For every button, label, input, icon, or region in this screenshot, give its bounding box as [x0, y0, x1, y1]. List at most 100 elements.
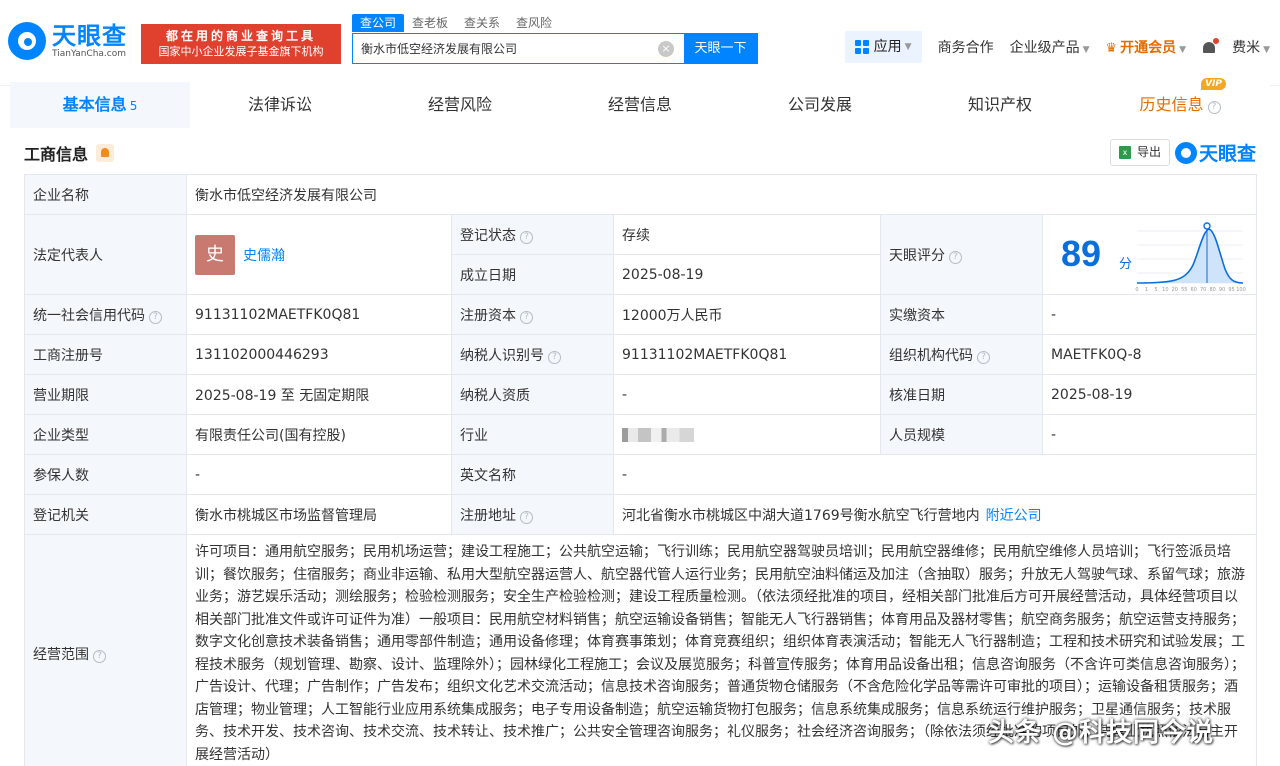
help-icon[interactable]: ? — [520, 510, 533, 524]
tab-history[interactable]: 历史信息? VIP — [1090, 78, 1270, 128]
business-info-table: 企业名称 衡水市低空经济发展有限公司 法定代表人 史史儒瀚 登记状态? 存续 天… — [24, 174, 1258, 766]
org-code-text: 组织机构代码 — [889, 347, 973, 364]
org-code-value: MAETFK0Q-8 — [1041, 334, 1258, 375]
score-tick-label: 70 — [1200, 287, 1206, 293]
address-label: 注册地址? — [451, 494, 614, 535]
term-value: 2025-08-19 至 无固定期限 — [186, 374, 452, 415]
help-icon[interactable]: ? — [93, 649, 106, 663]
reg-no-label: 工商注册号 — [24, 334, 187, 375]
legal-rep-link[interactable]: 史儒瀚 — [243, 248, 285, 264]
authority-label: 登记机关 — [24, 494, 187, 535]
tab-ip[interactable]: 知识产权 — [910, 82, 1090, 128]
reg-capital-label: 注册资本? — [451, 294, 614, 335]
english-value: - — [612, 454, 1258, 495]
address-text: 注册地址 — [460, 507, 516, 524]
score-label-text: 天眼评分 — [889, 247, 945, 264]
promo-line1: 都在用的商业查询工具 — [165, 29, 316, 43]
score-label: 天眼评分? — [880, 214, 1043, 295]
taxpayer-value: - — [613, 374, 881, 415]
search-tab-company[interactable]: 查公司 — [352, 14, 405, 32]
score-tick-label: 95 — [1228, 287, 1234, 293]
reg-capital-text: 注册资本 — [460, 307, 516, 324]
tax-id-label: 纳税人识别号? — [451, 334, 614, 375]
help-icon[interactable]: ? — [520, 230, 533, 244]
score-tick-label: 80 — [1209, 287, 1215, 293]
vip-badge: VIP — [1201, 78, 1226, 90]
nav-vip[interactable]: ♛ 开通会员 ▼ — [1106, 37, 1187, 57]
score-tick-label: 10 — [1162, 287, 1168, 293]
legal-rep-label: 法定代表人 — [24, 214, 187, 295]
tab-basic-info[interactable]: 基本信息 5 — [10, 82, 190, 128]
nearby-companies-link[interactable]: 附近公司 — [986, 508, 1042, 524]
tab-development[interactable]: 公司发展 — [730, 82, 910, 128]
promo-banner[interactable]: 都在用的商业查询工具 国家中小企业发展子基金旗下机构 — [141, 24, 341, 64]
score-tick-label: 20 — [1172, 287, 1178, 293]
search-button[interactable]: 天眼一下 — [684, 34, 757, 63]
score-tick-label: 1 — [1145, 287, 1148, 293]
score-cell[interactable]: 89 分 0 1 5 10 20 55 60 70 80 90 95 100 — [1041, 214, 1258, 295]
english-label: 英文名称 — [451, 454, 614, 495]
staff-label: 人员规模 — [880, 414, 1043, 455]
alert-flag-icon[interactable] — [96, 144, 115, 162]
help-icon[interactable]: ? — [977, 350, 990, 364]
export-button[interactable]: x 导出 — [1109, 139, 1170, 166]
term-label: 营业期限 — [24, 374, 187, 415]
score-tick-label: 5 — [1154, 287, 1157, 293]
tab-legal[interactable]: 法律诉讼 — [190, 82, 370, 128]
logo-domain: TianYanCha.com — [52, 48, 127, 59]
nav-enterprise-label: 企业级产品 — [1009, 40, 1080, 56]
logo[interactable]: 天眼查 TianYanCha.com — [8, 22, 127, 60]
nav-vip-label: 开通会员 — [1120, 40, 1177, 56]
industry-label: 行业 — [451, 414, 614, 455]
caret-down-icon: ▼ — [1082, 45, 1090, 55]
staff-value: - — [1041, 414, 1258, 455]
tab-label: 基本信息 — [62, 95, 127, 114]
tax-id-value: 91131102MAETFK0Q81 — [613, 334, 881, 375]
caret-down-icon: ▼ — [1179, 45, 1187, 55]
score-unit: 分 — [1119, 257, 1133, 272]
search-type-tabs: 查公司 查老板 查关系 查风险 — [352, 14, 560, 32]
apps-menu-button[interactable]: 应用 ▼ — [844, 31, 922, 63]
org-code-label: 组织机构代码? — [880, 334, 1043, 375]
excel-icon: x — [1118, 146, 1131, 159]
credit-code-text: 统一社会信用代码 — [33, 307, 145, 324]
help-icon[interactable]: ? — [149, 310, 162, 324]
scope-label-text: 经营范围 — [33, 646, 89, 663]
score-tick-label: 0 — [1135, 287, 1138, 293]
approve-label: 核准日期 — [880, 374, 1043, 415]
apps-label: 应用 — [873, 39, 902, 55]
company-name-value: 衡水市低空经济发展有限公司 — [185, 174, 1258, 215]
search-box: × 天眼一下 — [352, 33, 758, 64]
tab-business-risk[interactable]: 经营风险 — [370, 82, 550, 128]
tianyancha-logo-icon — [8, 22, 46, 60]
found-date-label: 成立日期 — [451, 254, 614, 295]
brand-name: 天眼查 — [1198, 143, 1256, 165]
search-input[interactable] — [353, 34, 658, 63]
section-header: 工商信息 x 导出 天眼查 — [24, 138, 1256, 168]
score-tick-label: 90 — [1219, 287, 1225, 293]
score-tick-label: 100 — [1236, 287, 1246, 293]
tab-label: 历史信息 — [1139, 95, 1204, 114]
tab-count: 5 — [129, 99, 138, 113]
tab-business-info[interactable]: 经营信息 — [550, 82, 730, 128]
blurred-industry — [622, 427, 694, 442]
search-tab-boss[interactable]: 查老板 — [404, 14, 456, 32]
clear-icon[interactable]: × — [658, 41, 674, 57]
watermark-text: 头条 @科技同今说 — [988, 718, 1215, 748]
help-icon[interactable]: ? — [548, 350, 561, 364]
paid-capital-label: 实缴资本 — [880, 294, 1043, 335]
reg-status-value: 存续 — [613, 214, 881, 255]
help-icon[interactable]: ? — [949, 250, 962, 264]
nav-enterprise-products[interactable]: 企业级产品 ▼ — [1010, 37, 1090, 57]
search-tab-relation[interactable]: 查关系 — [456, 14, 508, 32]
tianyancha-logo-icon — [1174, 141, 1197, 164]
user-name: 费米 — [1232, 40, 1261, 56]
notification-bell-icon[interactable] — [1202, 38, 1220, 54]
authority-value: 衡水市桃城区市场监督管理局 — [186, 494, 452, 535]
promo-line2: 国家中小企业发展子基金旗下机构 — [158, 45, 324, 58]
help-icon[interactable]: ? — [520, 310, 533, 324]
user-menu[interactable]: 费米 ▼ — [1232, 37, 1270, 57]
nav-business[interactable]: 商务合作 — [938, 37, 994, 57]
brand-watermark: 天眼查 — [1173, 139, 1256, 166]
search-tab-risk[interactable]: 查风险 — [508, 14, 560, 32]
